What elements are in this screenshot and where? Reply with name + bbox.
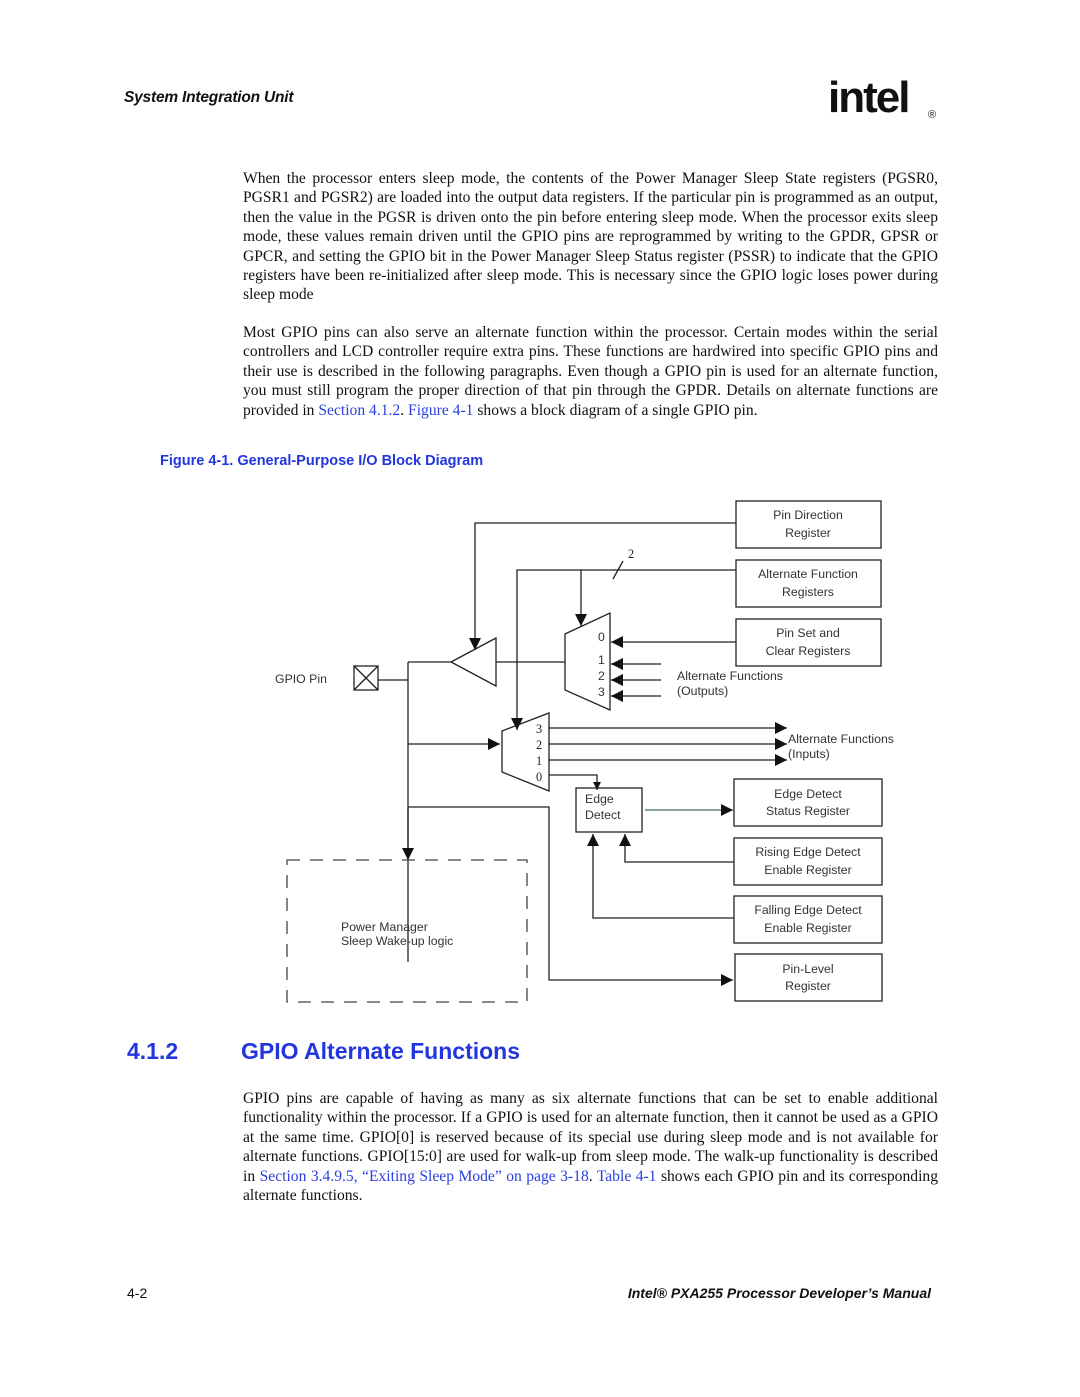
output-buffer [449,636,497,688]
edge-detect-label-2: Detect [585,808,621,822]
rising-enable-label-2: Enable Register [764,863,852,877]
power-manager-label-2: Sleep Wake-up logic [341,934,453,948]
falling-enable-label-1: Falling Edge Detect [754,903,862,917]
out-mux-input-1: 1 [598,653,605,667]
out-mux-input-2: 2 [598,669,605,683]
figure-caption: Figure 4-1. General-Purpose I/O Block Di… [160,453,484,469]
edge-status-label-1: Edge Detect [774,787,842,801]
pin-direction-label-2: Register [785,526,831,540]
pin-set-clear-label-1: Pin Set and [776,626,840,640]
pin-set-clear-label-2: Clear Registers [766,644,851,658]
paragraph-text: shows a block diagram of a single GPIO p… [473,401,758,419]
alt-function-label-2: Registers [782,585,834,599]
in-mux-output-1: 1 [536,754,542,768]
in-mux-output-2: 2 [536,738,542,752]
alt-function-label-1: Alternate Function [758,567,858,581]
link-figure-4-1[interactable]: Figure 4-1 [408,402,473,419]
power-manager-label-1: Power Manager [341,920,428,934]
alt-outputs-label-1: Alternate Functions [677,669,783,683]
pin-direction-label-1: Pin Direction [773,508,843,522]
rising-enable-label-1: Rising Edge Detect [755,845,861,859]
page-number: 4-2 [127,1285,148,1301]
alt-outputs-label-2: (Outputs) [677,684,728,698]
in-mux-output-0: 0 [536,770,542,784]
paragraph-text: . [588,1167,597,1185]
bus-width-label: 2 [628,547,634,561]
manual-title: Intel® PXA255 Processor Developer’s Manu… [627,1285,931,1301]
gpio-pin-label: GPIO Pin [275,672,327,686]
link-section-4-1-2[interactable]: Section 4.1.2 [318,402,400,419]
paragraph-gpio-alternate: GPIO pins are capable of having as many … [243,1089,938,1205]
section-title: GPIO Alternate Functions [241,1038,521,1064]
section-number: 4.1.2 [127,1038,179,1064]
paragraph-text: . [400,401,409,419]
running-header: System Integration Unit [124,89,294,106]
gpio-block-diagram: GPIO Pin Pin Direction Register Alternat… [275,500,894,1003]
edge-status-label-2: Status Register [766,804,850,818]
alt-inputs-label-2: (Inputs) [788,747,830,761]
falling-enable-label-2: Enable Register [764,921,852,935]
paragraph-sleep-mode: When the processor enters sleep mode, th… [243,170,938,304]
alt-inputs-label-1: Alternate Functions [788,732,894,746]
edge-detect-label-1: Edge [585,792,614,806]
out-mux-input-0: 0 [598,630,605,644]
in-mux-output-3: 3 [536,722,542,736]
out-mux-input-3: 3 [598,685,605,699]
paragraph-alternate-function: Most GPIO pins can also serve an alterna… [243,323,938,420]
pin-level-label-1: Pin-Level [782,962,833,976]
link-section-3-4-9-5[interactable]: Section 3.4.9.5, “Exiting Sleep Mode” on… [260,1168,589,1185]
pin-level-label-2: Register [785,979,831,993]
registered-mark: ® [928,109,936,121]
intel-logo: intel ® [828,74,936,122]
document-page: System Integration Unit intel ® When the… [0,0,1080,1397]
intel-logo-text: intel [828,74,908,122]
link-table-4-1[interactable]: Table 4-1 [597,1168,657,1185]
